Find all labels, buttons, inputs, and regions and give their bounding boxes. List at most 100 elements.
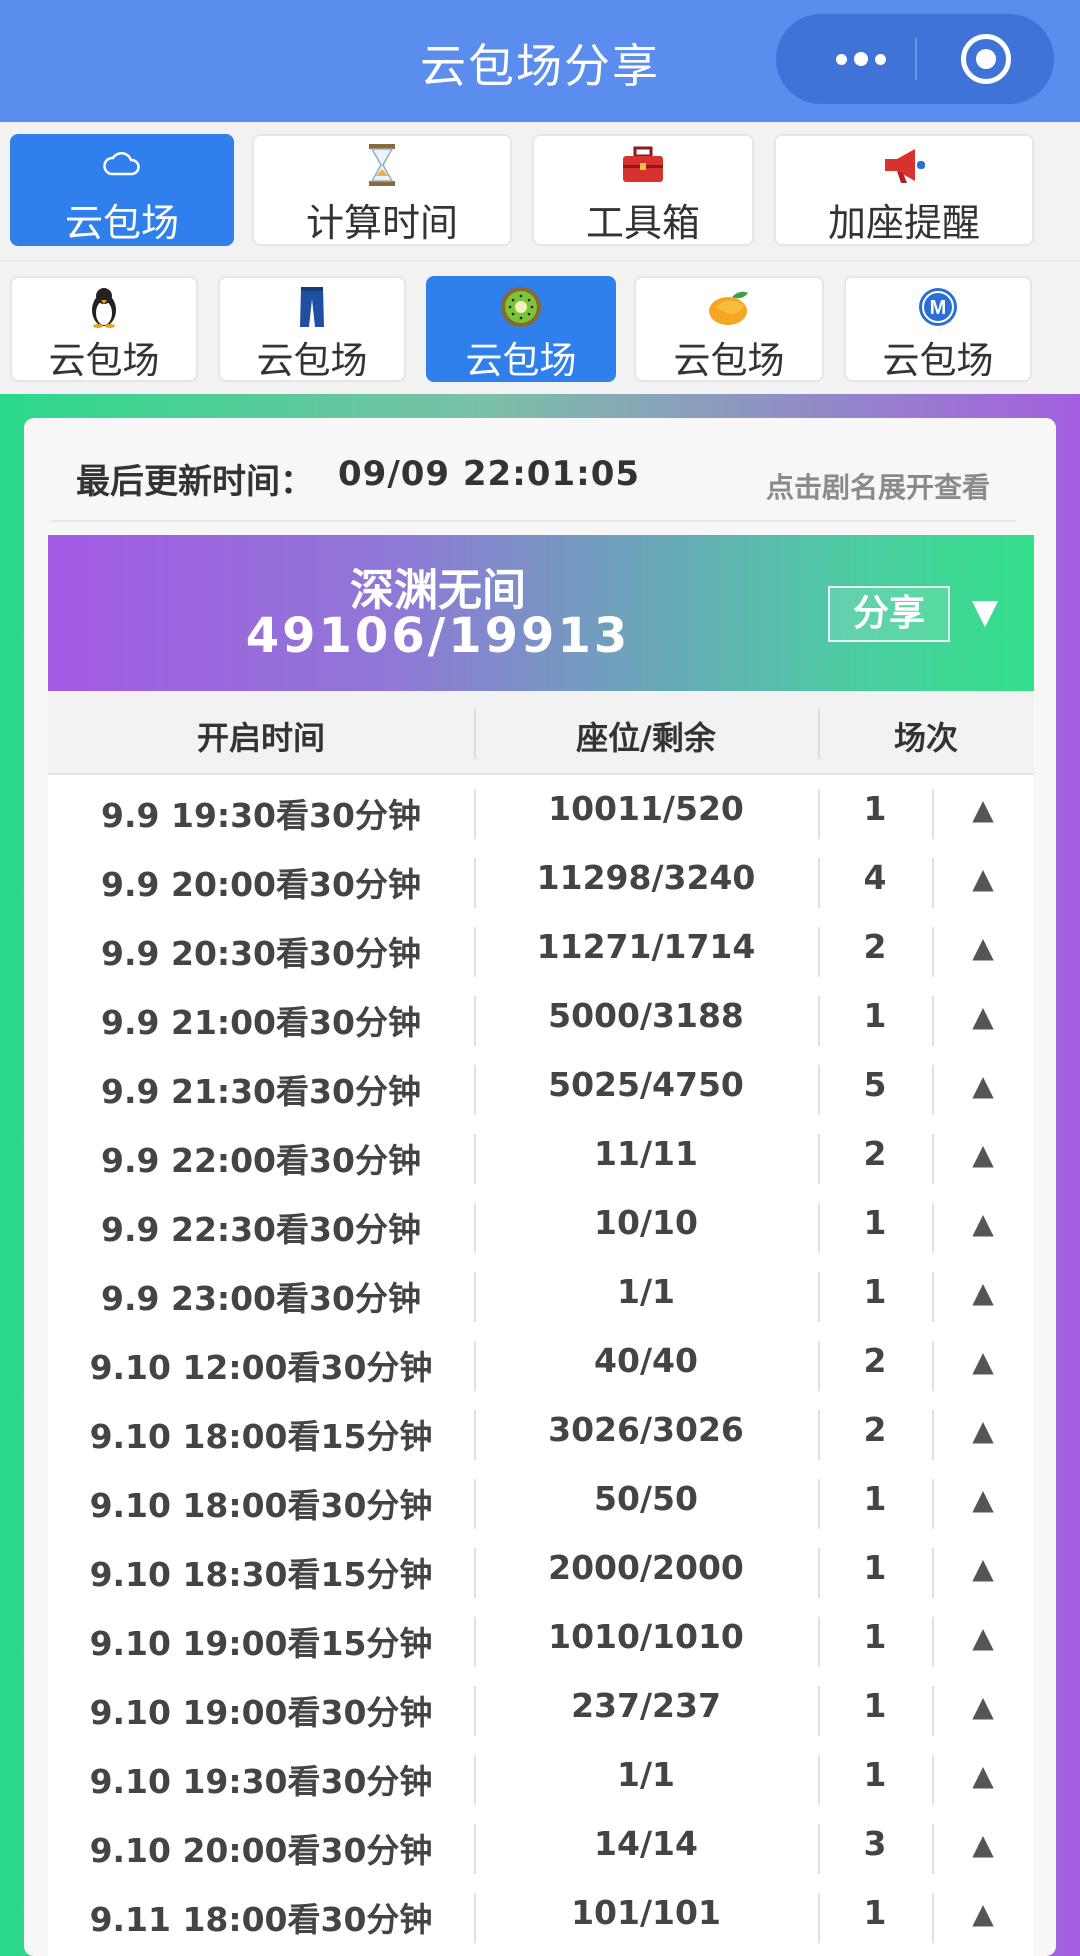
session-time: 9.9 20:30看30分钟 [101,934,421,973]
show-seat-total: 49106/19913 [245,608,631,664]
table-row[interactable]: 9.9 20:30看30分钟 11271/1714 2 ▲ [48,917,1034,986]
session-count: 3 [863,1824,887,1863]
session-seats: 1/1 [617,1272,675,1311]
share-button[interactable]: 分享 [828,586,950,642]
session-time: 9.9 21:00看30分钟 [101,1003,421,1042]
row-toggle-icon[interactable]: ▲ [932,1207,1034,1240]
tab-platform-penguin[interactable]: 云包场 [10,276,198,382]
tab-label: 云包场 [673,339,785,382]
cloud-icon [12,142,232,188]
session-time: 9.9 20:00看30分钟 [101,865,421,904]
session-seats: 11271/1714 [536,927,756,966]
column-divider [474,1272,476,1322]
title-bar: 云包场分享 [0,0,1080,122]
collapse-toggle-icon[interactable]: ▼ [972,592,998,632]
column-divider [474,858,476,908]
tab-label: 加座提醒 [827,201,980,245]
table-row[interactable]: 9.10 19:00看15分钟 1010/1010 1 ▲ [48,1607,1034,1676]
row-toggle-icon[interactable]: ▲ [932,1897,1034,1930]
session-time: 9.10 19:00看15分钟 [89,1624,433,1663]
expand-hint: 点击剧名展开查看 [766,471,991,504]
table-header: 开启时间 座位/剩余 场次 [48,691,1034,775]
header-seats: 座位/剩余 [576,719,716,757]
table-row[interactable]: 9.9 22:30看30分钟 10/10 1 ▲ [48,1193,1034,1262]
row-toggle-icon[interactable]: ▲ [932,1414,1034,1447]
column-divider [932,1755,934,1805]
tab-label: 云包场 [64,201,179,245]
table-row[interactable]: 9.10 12:00看30分钟 40/40 2 ▲ [48,1331,1034,1400]
column-divider [474,1203,476,1253]
row-toggle-icon[interactable]: ▲ [932,793,1034,826]
table-row[interactable]: 9.9 21:30看30分钟 5025/4750 5 ▲ [48,1055,1034,1124]
platform-tab-bar: 云包场 云包场 云包场 云包场 M 云包场 [0,260,1080,394]
row-toggle-icon[interactable]: ▲ [932,1759,1034,1792]
jeans-icon [220,284,404,330]
table-row[interactable]: 9.10 20:00看30分钟 14/14 3 ▲ [48,1814,1034,1883]
table-row[interactable]: 9.9 19:30看30分钟 10011/520 1 ▲ [48,779,1034,848]
table-row[interactable]: 9.11 18:00看30分钟 101/101 1 ▲ [48,1883,1034,1952]
session-time: 9.10 20:00看30分钟 [89,1831,433,1870]
column-divider [932,1134,934,1184]
tab-platform-mango[interactable]: 云包场 [634,276,824,382]
tab-cloud-booking[interactable]: 云包场 [10,134,234,246]
column-divider [818,1341,820,1391]
row-toggle-icon[interactable]: ▲ [932,1690,1034,1723]
session-time: 9.10 12:00看30分钟 [89,1348,433,1387]
row-toggle-icon[interactable]: ▲ [932,1069,1034,1102]
tab-label: 计算时间 [305,201,458,245]
session-time: 9.10 19:00看30分钟 [89,1693,433,1732]
megaphone-icon [776,142,1032,188]
session-seats: 10/10 [594,1203,698,1242]
tab-platform-jeans[interactable]: 云包场 [218,276,406,382]
column-divider [818,1617,820,1667]
session-count: 1 [863,1203,887,1242]
tab-seat-reminder[interactable]: 加座提醒 [774,134,1034,246]
tab-platform-m[interactable]: M 云包场 [844,276,1032,382]
table-row[interactable]: 9.10 19:00看30分钟 237/237 1 ▲ [48,1676,1034,1745]
capsule-divider [915,38,917,80]
row-toggle-icon[interactable]: ▲ [932,1276,1034,1309]
tab-label: 云包场 [48,339,160,382]
row-toggle-icon[interactable]: ▲ [932,1000,1034,1033]
tab-calc-time[interactable]: 计算时间 [252,134,512,246]
session-time: 9.10 18:00看15分钟 [89,1417,433,1456]
header-session-count: 场次 [893,719,958,757]
column-divider [818,1755,820,1805]
penguin-icon [12,284,196,330]
session-time: 9.9 22:30看30分钟 [101,1210,421,1249]
row-toggle-icon[interactable]: ▲ [932,1483,1034,1516]
toolbox-icon [534,142,752,188]
close-target-icon[interactable] [961,34,1011,84]
table-row[interactable]: 9.10 18:00看30分钟 50/50 1 ▲ [48,1469,1034,1538]
table-row[interactable]: 9.10 19:30看30分钟 1/1 1 ▲ [48,1745,1034,1814]
table-row[interactable]: 9.9 21:00看30分钟 5000/3188 1 ▲ [48,986,1034,1055]
session-seats: 14/14 [594,1824,698,1863]
row-toggle-icon[interactable]: ▲ [932,931,1034,964]
row-toggle-icon[interactable]: ▲ [932,1138,1034,1171]
column-divider [474,1824,476,1874]
row-toggle-icon[interactable]: ▲ [932,1345,1034,1378]
column-divider [818,858,820,908]
table-row[interactable]: 9.9 23:00看30分钟 1/1 1 ▲ [48,1262,1034,1331]
session-count: 1 [863,1755,887,1794]
column-divider [474,1479,476,1529]
tab-platform-kiwi[interactable]: 云包场 [426,276,616,382]
table-row[interactable]: 9.9 20:00看30分钟 11298/3240 4 ▲ [48,848,1034,917]
column-divider [474,1065,476,1115]
session-seats: 5000/3188 [548,996,744,1035]
row-toggle-icon[interactable]: ▲ [932,862,1034,895]
table-row[interactable]: 9.10 18:30看15分钟 2000/2000 1 ▲ [48,1538,1034,1607]
session-time: 9.10 18:00看30分钟 [89,1486,433,1525]
session-time: 9.10 18:30看15分钟 [89,1555,433,1594]
row-toggle-icon[interactable]: ▲ [932,1621,1034,1654]
session-count: 1 [863,1893,887,1932]
more-icon[interactable] [816,34,906,84]
session-time: 9.11 18:00看30分钟 [89,1900,433,1939]
row-toggle-icon[interactable]: ▲ [932,1828,1034,1861]
table-row[interactable]: 9.9 22:00看30分钟 11/11 2 ▲ [48,1124,1034,1193]
table-row[interactable]: 9.10 18:00看15分钟 3026/3026 2 ▲ [48,1400,1034,1469]
row-toggle-icon[interactable]: ▲ [932,1552,1034,1585]
column-divider [818,1134,820,1184]
session-seats: 10011/520 [548,789,744,828]
tab-toolbox[interactable]: 工具箱 [532,134,754,246]
